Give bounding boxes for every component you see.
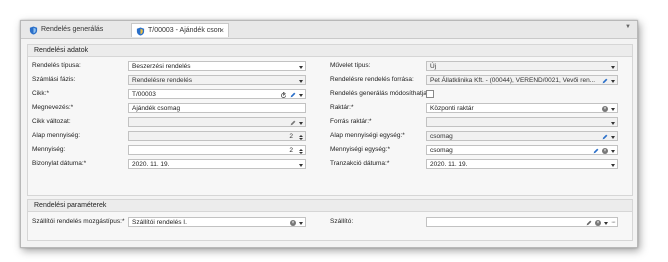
stepper-icon[interactable]: [299, 134, 303, 140]
chevron-down-icon[interactable]: [299, 79, 303, 83]
field-value: csomag: [430, 133, 453, 140]
field-value: 2: [289, 147, 293, 154]
chevron-down-icon[interactable]: [299, 121, 303, 125]
pencil-icon[interactable]: [290, 92, 296, 98]
label-forras-raktar: Forrás raktár:*: [330, 118, 372, 125]
label-rendeles-generalas-modosithatja: Rendelés generálás módosíthatja: [330, 90, 427, 97]
stepper-icon[interactable]: [299, 148, 303, 154]
chevron-down-icon[interactable]: [299, 65, 303, 69]
label-muvelet-tipus: Művelet típus:: [330, 62, 371, 69]
chevron-down-icon[interactable]: [611, 79, 615, 83]
label-szamlasi-fazis: Számlási fázis:: [32, 76, 76, 83]
szallitoi-rendeles-mozgastipus-select[interactable]: Szállítói rendelés I. ×: [128, 217, 306, 227]
szamlasi-fazis-select[interactable]: Rendelésre rendelés: [128, 75, 306, 85]
field-value: Ajándék csomag: [132, 105, 181, 112]
pencil-icon[interactable]: [593, 148, 599, 154]
label-szallitoi-rendeles-mozgastipus: Szállítói rendelés mozgástípus:*: [32, 218, 125, 225]
tab-bar: Rendelés generálás T/00003 - Ajándék cso…: [21, 21, 637, 39]
raktar-select[interactable]: Központi raktár ×: [426, 103, 618, 113]
clear-icon[interactable]: ×: [602, 148, 608, 154]
tab-rendeles-generalas[interactable]: Rendelés generálás: [25, 23, 129, 37]
select-value: Új: [430, 63, 437, 70]
tab-t00003[interactable]: T/00003 - Ajándék cson ×: [131, 23, 229, 37]
field-value: Pet Állatklinika Kft. - (00044), VEREND/…: [430, 77, 596, 84]
bizonylat-datuma-field[interactable]: 2020. 11. 19.: [128, 159, 306, 169]
close-icon[interactable]: ×: [219, 24, 224, 38]
pencil-icon[interactable]: [602, 134, 608, 140]
megnevezes-field[interactable]: Ajándék csomag: [128, 103, 306, 113]
rendeles-forrasa-field[interactable]: Pet Állatklinika Kft. - (00044), VEREND/…: [426, 75, 618, 85]
select-value: Beszerzési rendelés: [132, 63, 191, 70]
label-cikk: Cikk:*: [32, 90, 49, 97]
chevron-down-icon[interactable]: [611, 163, 615, 167]
cikk-field[interactable]: T/00003: [128, 89, 306, 99]
chevron-down-icon[interactable]: [611, 135, 615, 139]
szallito-select[interactable]: × ···: [426, 217, 618, 227]
tab-label: Rendelés generálás: [41, 26, 104, 33]
chevron-down-icon[interactable]: [604, 221, 608, 225]
label-tranzakcio-datuma: Tranzakció dátuma:*: [330, 160, 390, 167]
select-value: Központi raktár: [430, 105, 474, 112]
label-raktar: Raktár:*: [330, 104, 354, 111]
chevron-down-icon[interactable]: [611, 107, 615, 111]
chevron-down-icon[interactable]: [611, 65, 615, 69]
tab-list-chevron-down-icon[interactable]: ▼: [625, 24, 631, 30]
select-value: Rendelésre rendelés: [132, 77, 192, 84]
chevron-down-icon[interactable]: [299, 93, 303, 97]
select-value: Szállítói rendelés I.: [132, 219, 187, 226]
refresh-icon[interactable]: [280, 91, 287, 99]
more-icon[interactable]: ···: [611, 218, 616, 226]
clear-icon[interactable]: ×: [290, 220, 296, 226]
tab-label: T/00003 - Ajándék cson: [148, 27, 222, 34]
label-mennyiseg: Mennyiség:: [32, 146, 66, 153]
alap-mennyiseg-field[interactable]: 2: [128, 131, 306, 141]
pencil-icon[interactable]: [586, 220, 592, 226]
tranzakcio-datuma-field[interactable]: 2020. 11. 19.: [426, 159, 618, 169]
rendelesi-adatok-panel: Rendelési adatok Rendelés típusa: Számlá…: [27, 44, 633, 196]
label-bizonylat-datuma: Bizonylat dátuma:*: [32, 160, 87, 167]
chevron-down-icon[interactable]: [299, 163, 303, 167]
shield-icon: [136, 27, 145, 36]
label-megnevezes: Megnevezés:*: [32, 104, 74, 111]
pencil-icon[interactable]: [602, 78, 608, 84]
muvelet-tipus-select[interactable]: Új: [426, 61, 618, 71]
mennyiseg-stepper[interactable]: 2: [128, 145, 306, 155]
label-alap-mennyiseg: Alap mennyiség:: [32, 132, 81, 139]
cikk-valtozat-field[interactable]: [128, 117, 306, 127]
clear-icon[interactable]: ×: [595, 220, 601, 226]
label-cikk-valtozat: Cikk változat:: [32, 118, 71, 125]
label-mennyisegi-egyseg: Mennyiségi egység:*: [330, 146, 390, 153]
field-value: T/00003: [132, 91, 156, 98]
chevron-down-icon[interactable]: [611, 149, 615, 153]
rendelesi-parameterek-panel: Rendelési paraméterek Szállítói rendelés…: [27, 199, 633, 241]
field-value: 2020. 11. 19.: [132, 161, 170, 168]
forras-raktar-select[interactable]: [426, 117, 618, 127]
field-value: csomag: [430, 147, 453, 154]
label-szallito: Szállító:: [330, 218, 354, 225]
chevron-down-icon[interactable]: [611, 121, 615, 125]
rendeles-generalas-modosithatja-checkbox[interactable]: [426, 90, 434, 98]
mennyisegi-egyseg-field[interactable]: csomag ×: [426, 145, 618, 155]
section-title: Rendelési paraméterek: [28, 200, 632, 212]
label-alap-mennyisegi-egyseg: Alap mennyiségi egység:*: [330, 132, 405, 139]
section-title: Rendelési adatok: [28, 45, 632, 57]
shield-icon: [29, 26, 38, 35]
document-window: Rendelés generálás T/00003 - Ajándék cso…: [20, 20, 638, 248]
pencil-icon[interactable]: [290, 120, 296, 126]
field-value: 2020. 11. 19.: [430, 161, 468, 168]
field-value: 2: [289, 133, 293, 140]
label-rendeles-tipusa: Rendelés típusa:: [32, 62, 81, 69]
label-rendeles-forrasa: Rendelésre rendelés forrása:: [330, 76, 414, 83]
rendeles-tipusa-select[interactable]: Beszerzési rendelés: [128, 61, 306, 71]
clear-icon[interactable]: ×: [602, 106, 608, 112]
alap-mennyisegi-egyseg-field[interactable]: csomag: [426, 131, 618, 141]
chevron-down-icon[interactable]: [299, 221, 303, 225]
